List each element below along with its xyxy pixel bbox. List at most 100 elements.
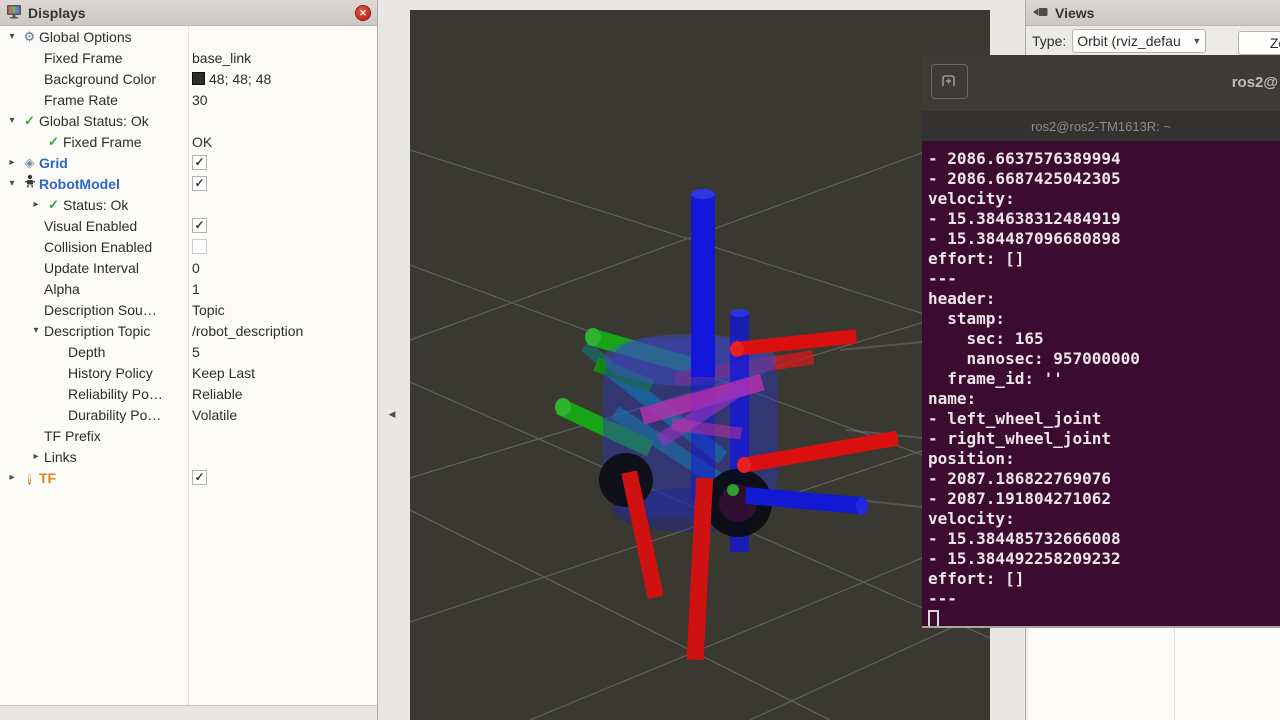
terminal-tab-bar: ros2@ros2-TM1613R: ~: [922, 111, 1280, 141]
value-text: Topic: [192, 302, 225, 318]
display-property-row[interactable]: Fixed Frame base_link: [0, 47, 377, 68]
property-name: TF Prefix: [44, 428, 101, 444]
property-name: History Policy: [68, 365, 153, 381]
expander-arrow-icon[interactable]: ▸: [28, 451, 44, 462]
gear-icon: ⚙: [20, 27, 39, 46]
3d-viewport[interactable]: [410, 10, 990, 720]
3d-viewport-scene: [410, 10, 990, 720]
displays-panel-title: Displays: [28, 5, 86, 21]
new-tab-button[interactable]: [931, 64, 968, 99]
property-name: Frame Rate: [44, 92, 118, 108]
enabled-checkbox[interactable]: ✓: [192, 218, 207, 233]
property-value[interactable]: 5: [192, 341, 200, 362]
value-text: /robot_description: [192, 323, 303, 339]
property-value[interactable]: /robot_description: [192, 320, 303, 341]
view-type-dropdown[interactable]: Orbit (rviz_defau ▼: [1072, 29, 1206, 53]
displays-tree: ▾⚙Global Options Fixed Frame base_link Back…: [0, 26, 377, 705]
terminal-tab[interactable]: ros2@ros2-TM1613R: ~: [1031, 119, 1171, 134]
property-name: Reliability Po…: [68, 386, 163, 402]
check-icon: ✓: [44, 195, 63, 214]
enabled-checkbox[interactable]: ✓: [192, 155, 207, 170]
expander-arrow-icon[interactable]: ▾: [4, 178, 20, 189]
property-name: Global Status: Ok: [39, 113, 149, 129]
expander-arrow-icon[interactable]: ▾: [28, 325, 44, 336]
property-name: RobotModel: [39, 176, 120, 192]
display-property-row[interactable]: Durability Po…Volatile: [0, 404, 377, 425]
display-property-row[interactable]: Description Sou… Topic: [0, 299, 377, 320]
property-value[interactable]: 0: [192, 257, 200, 278]
value-text: base_link: [192, 50, 251, 66]
enabled-checkbox[interactable]: ✓: [192, 470, 207, 485]
splitter-collapse-arrow-icon[interactable]: ◀: [386, 406, 398, 422]
display-property-row[interactable]: ▸◈Grid✓: [0, 152, 377, 173]
expander-arrow-icon[interactable]: ▾: [4, 31, 20, 42]
property-value[interactable]: 30: [192, 89, 208, 110]
property-name: Links: [44, 449, 77, 465]
value-text: Volatile: [192, 407, 237, 423]
property-name: Collision Enabled: [44, 239, 152, 255]
grid-blur-streaks: [840, 342, 922, 507]
display-property-row[interactable]: Alpha1: [0, 278, 377, 299]
display-property-row[interactable]: ▾✓Global Status: Ok: [0, 110, 377, 131]
property-value[interactable]: OK: [192, 131, 212, 152]
view-type-value: Orbit (rviz_defau: [1077, 33, 1189, 49]
enabled-checkbox[interactable]: [192, 239, 207, 254]
property-value[interactable]: 1: [192, 278, 200, 299]
display-property-row[interactable]: ▸✓Status: Ok: [0, 194, 377, 215]
value-text: 1: [192, 281, 200, 297]
property-value[interactable]: ✓: [192, 215, 207, 236]
value-text: 48; 48; 48: [209, 71, 271, 87]
display-property-row[interactable]: Visual Enabled ✓: [0, 215, 377, 236]
views-titlebar[interactable]: Views: [1026, 0, 1280, 26]
display-property-row[interactable]: Background Color48; 48; 48: [0, 68, 377, 89]
display-property-row[interactable]: ▾ RobotModel ✓: [0, 173, 377, 194]
display-property-row[interactable]: ▸!TF ✓: [0, 467, 377, 488]
display-property-row[interactable]: Reliability Po… Reliable: [0, 383, 377, 404]
display-property-row[interactable]: ✓Fixed FrameOK: [0, 131, 377, 152]
display-property-row[interactable]: ▾⚙Global Options: [0, 26, 377, 47]
expander-arrow-icon[interactable]: ▸: [28, 199, 44, 210]
value-text: 0: [192, 260, 200, 276]
property-value[interactable]: Topic: [192, 299, 225, 320]
terminal-output[interactable]: - 2086.6637576389994 - 2086.668742504230…: [922, 141, 1280, 628]
terminal-window: ros2@ ros2@ros2-TM1613R: ~ - 2086.663757…: [922, 55, 1280, 628]
display-property-row[interactable]: TF Prefix: [0, 425, 377, 446]
property-value[interactable]: [192, 236, 207, 257]
expander-arrow-icon[interactable]: ▾: [4, 115, 20, 126]
grid-icon: ◈: [20, 153, 39, 172]
close-icon[interactable]: ✕: [355, 5, 371, 21]
terminal-titlebar[interactable]: ros2@: [922, 55, 1280, 111]
display-property-row[interactable]: Update Interval 0: [0, 257, 377, 278]
property-value[interactable]: ✓: [192, 173, 207, 194]
property-value[interactable]: ✓: [192, 152, 207, 173]
expander-arrow-icon[interactable]: ▸: [4, 472, 20, 483]
property-value[interactable]: base_link: [192, 47, 251, 68]
rviz-window: { "displays_panel": { "title": "Displays…: [0, 0, 1280, 720]
property-value[interactable]: Reliable: [192, 383, 243, 404]
enabled-checkbox[interactable]: ✓: [192, 176, 207, 191]
property-value[interactable]: Keep Last: [192, 362, 255, 383]
expander-arrow-icon[interactable]: ▸: [4, 157, 20, 168]
property-value[interactable]: 48; 48; 48: [192, 68, 271, 89]
zero-button[interactable]: Ze: [1238, 31, 1280, 55]
warning-icon: !: [20, 468, 39, 487]
displays-panel-bottom: [0, 705, 377, 720]
value-text: Keep Last: [192, 365, 255, 381]
property-value[interactable]: Volatile: [192, 404, 237, 425]
display-property-row[interactable]: ▸Links: [0, 446, 377, 467]
property-name: Visual Enabled: [44, 218, 137, 234]
display-property-row[interactable]: Depth5: [0, 341, 377, 362]
display-property-row[interactable]: Collision Enabled: [0, 236, 377, 257]
displays-titlebar[interactable]: Displays ✕: [0, 0, 377, 26]
property-name: Description Sou…: [44, 302, 157, 318]
property-name: Status: Ok: [63, 197, 128, 213]
display-property-row[interactable]: ▾Description Topic/robot_description: [0, 320, 377, 341]
display-property-row[interactable]: Frame Rate 30: [0, 89, 377, 110]
value-text: Reliable: [192, 386, 243, 402]
property-name: Fixed Frame: [44, 50, 123, 66]
property-name: TF: [39, 470, 56, 486]
value-text: 30: [192, 92, 208, 108]
property-value[interactable]: ✓: [192, 467, 207, 488]
display-property-row[interactable]: History Policy Keep Last: [0, 362, 377, 383]
property-name: Update Interval: [44, 260, 139, 276]
